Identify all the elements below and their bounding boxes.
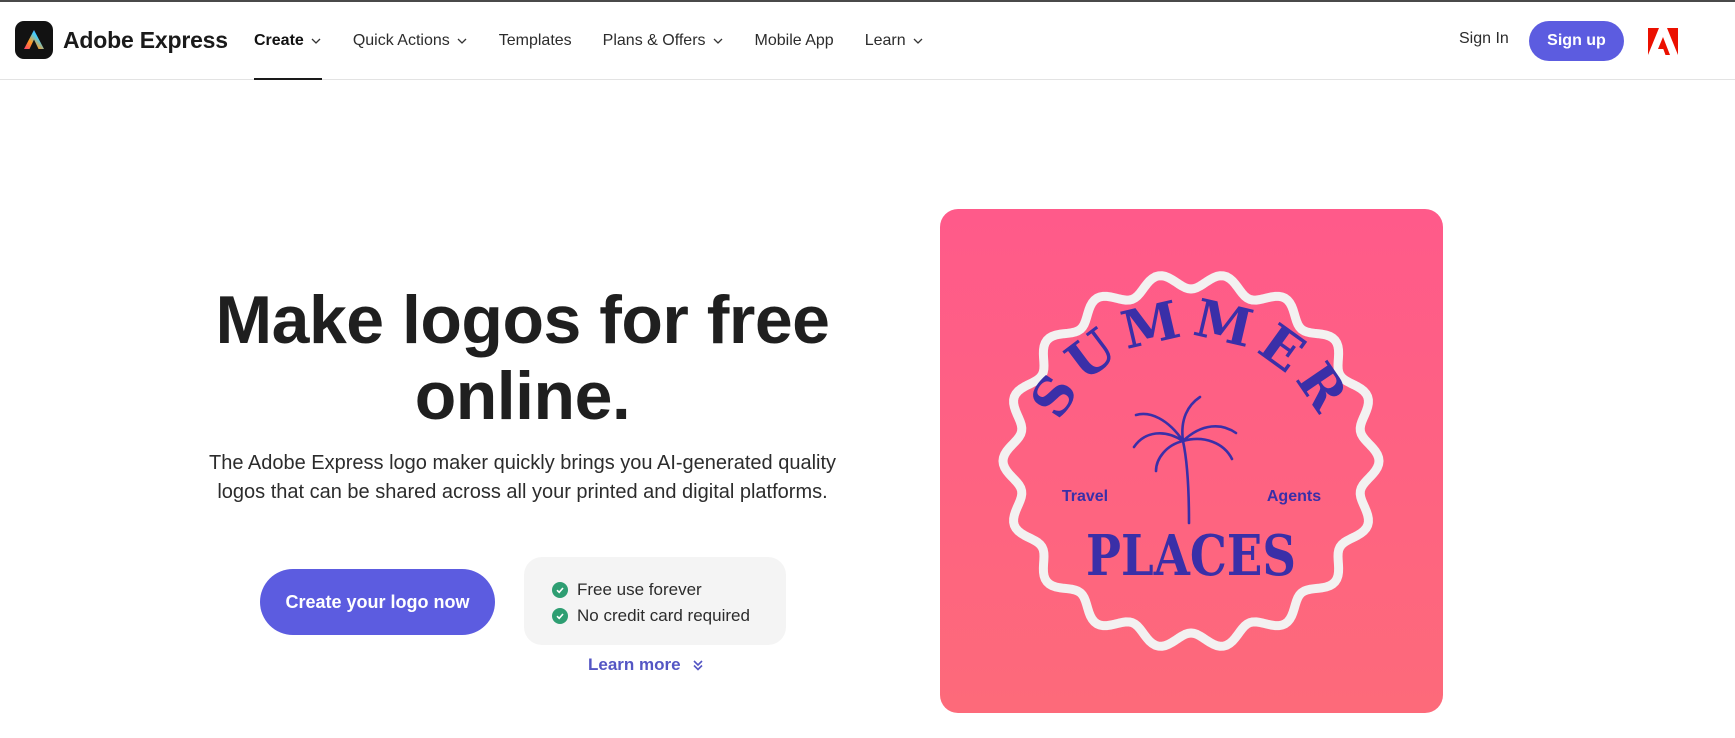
nav-item-label: Create: [254, 32, 304, 49]
logo-right-text: Agents: [1267, 488, 1321, 505]
adobe-express-logo-icon: [15, 21, 53, 59]
hero-title: Make logos for free online.: [180, 282, 865, 434]
chevron-down-icon: [311, 38, 321, 44]
perk-item: No credit card required: [552, 603, 786, 629]
hero-description: The Adobe Express logo maker quickly bri…: [200, 449, 845, 507]
nav-item-create[interactable]: Create: [254, 2, 322, 80]
logo-arc-text: SUMMER: [1019, 288, 1363, 429]
logo-bottom-text: PLACES: [1086, 523, 1296, 589]
nav-item-label: Mobile App: [754, 32, 834, 49]
hero-title-line2: online.: [414, 358, 631, 434]
site-header: Adobe Express Create Quick Actions Templ…: [0, 2, 1735, 80]
hero-description-line2: logos that can be shared across all your…: [217, 481, 828, 503]
brand-home-link[interactable]: Adobe Express: [15, 21, 228, 59]
logo-left-text: Travel: [1062, 488, 1108, 505]
perks-box: Free use forever No credit card required: [524, 557, 786, 645]
chevron-down-icon: [457, 38, 467, 44]
double-chevron-down-icon: [693, 660, 703, 671]
learn-more-link[interactable]: Learn more: [588, 655, 705, 675]
scalloped-badge-border: [998, 271, 1384, 651]
perk-item: Free use forever: [552, 577, 786, 603]
learn-more-label: Learn more: [588, 655, 681, 674]
summer-places-logo: SUMMER Travel Agents PLACES: [998, 271, 1384, 651]
nav-item-learn[interactable]: Learn: [865, 2, 924, 80]
brand-name: Adobe Express: [63, 26, 228, 53]
nav-item-mobile-app[interactable]: Mobile App: [755, 2, 834, 80]
sign-in-link[interactable]: Sign In: [1459, 30, 1509, 48]
sample-logo-card: SUMMER Travel Agents PLACES: [940, 209, 1443, 713]
check-circle-icon: [552, 582, 568, 598]
nav-item-label: Quick Actions: [352, 32, 450, 49]
nav-item-plans-offers[interactable]: Plans & Offers: [603, 2, 724, 80]
hero-title-line1: Make logos for free: [215, 282, 831, 358]
main-nav: Create Quick Actions Templates Plans & O…: [254, 2, 955, 80]
nav-item-label: Templates: [498, 32, 572, 49]
nav-item-label: Learn: [864, 32, 906, 49]
nav-item-quick-actions[interactable]: Quick Actions: [353, 2, 468, 80]
hero-description-line1: The Adobe Express logo maker quickly bri…: [208, 452, 837, 474]
chevron-down-icon: [913, 38, 923, 44]
sign-up-button[interactable]: Sign up: [1529, 21, 1624, 61]
adobe-a-icon[interactable]: [1648, 28, 1678, 55]
palm-tree-icon: [1132, 395, 1238, 525]
nav-item-templates[interactable]: Templates: [499, 2, 572, 80]
perk-label: No credit card required: [577, 606, 750, 625]
perk-label: Free use forever: [577, 580, 702, 599]
chevron-down-icon: [713, 38, 722, 44]
nav-item-label: Plans & Offers: [602, 32, 706, 49]
check-circle-icon: [552, 608, 568, 624]
create-logo-button[interactable]: Create your logo now: [260, 569, 495, 635]
